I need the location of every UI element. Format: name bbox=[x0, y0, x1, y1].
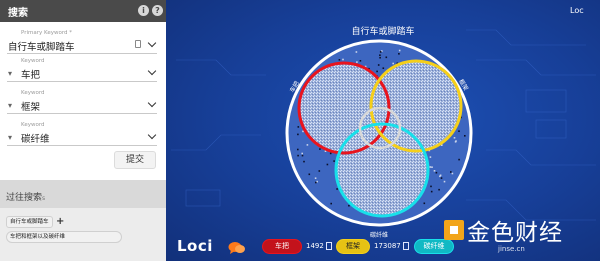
document-dot bbox=[385, 56, 388, 59]
document-dot bbox=[429, 156, 432, 158]
legend-count: 1492 bbox=[306, 242, 324, 250]
brand-logo-icon bbox=[444, 220, 464, 240]
document-icon[interactable] bbox=[403, 242, 409, 250]
document-dot bbox=[379, 51, 382, 53]
field-label: Keyword bbox=[21, 90, 45, 96]
document-dot bbox=[377, 64, 380, 66]
document-dot bbox=[342, 58, 344, 61]
document-dot bbox=[329, 152, 332, 155]
keyword-field[interactable]: Keyword ▾ 框架 bbox=[7, 90, 157, 114]
search-panel: 搜索 i ? Primary Keyword * 自行车或脚踏车 Keyword… bbox=[0, 0, 166, 261]
legend-chip-red[interactable]: 车把 bbox=[262, 239, 302, 254]
document-dot bbox=[379, 54, 381, 56]
document-dot bbox=[348, 204, 350, 207]
document-dot bbox=[453, 137, 456, 139]
document-dot bbox=[301, 152, 303, 155]
document-dot bbox=[423, 202, 426, 205]
document-dot bbox=[379, 56, 381, 59]
document-dot bbox=[297, 133, 299, 136]
document-dot bbox=[303, 160, 305, 163]
chat-bubbles-icon[interactable] bbox=[228, 241, 246, 255]
document-dot bbox=[297, 126, 300, 128]
search-panel-title: 搜索 bbox=[8, 8, 28, 19]
corner-label: Loc bbox=[570, 6, 584, 15]
document-dot bbox=[435, 171, 438, 174]
document-dot bbox=[338, 59, 341, 61]
document-dot bbox=[438, 188, 440, 191]
document-dot bbox=[464, 135, 466, 137]
brand-watermark: 金色财经 jinse.cn bbox=[440, 213, 600, 261]
primary-keyword-field[interactable]: Primary Keyword * 自行车或脚踏车 bbox=[7, 30, 157, 54]
document-dot bbox=[318, 170, 321, 172]
document-dot bbox=[458, 158, 460, 161]
and-operator-icon[interactable]: ▾ bbox=[8, 69, 12, 78]
document-dot bbox=[336, 188, 338, 190]
document-dot bbox=[333, 160, 335, 162]
document-dot bbox=[306, 144, 309, 146]
document-dot bbox=[440, 177, 443, 179]
history-item[interactable]: 车把和框架以及碳纤维 bbox=[6, 231, 122, 243]
document-dot bbox=[297, 148, 299, 151]
document-dot bbox=[429, 166, 432, 168]
document-dot bbox=[301, 154, 304, 157]
document-dot bbox=[443, 180, 446, 183]
document-dot bbox=[430, 190, 433, 193]
document-dot bbox=[314, 177, 317, 179]
loci-logo: Loci bbox=[177, 237, 213, 255]
document-dot bbox=[433, 170, 436, 172]
document-dot bbox=[450, 171, 452, 173]
search-panel-header: 搜索 i ? bbox=[0, 0, 166, 22]
document-dot bbox=[451, 172, 454, 175]
search-history-title: 过往搜索s bbox=[6, 193, 46, 203]
document-dot bbox=[308, 173, 311, 176]
document-dot bbox=[359, 60, 362, 62]
document-dot bbox=[330, 202, 332, 205]
chevron-down-icon[interactable] bbox=[147, 130, 157, 140]
legend-count: 173087 bbox=[374, 242, 401, 250]
brand-name: 金色财经 bbox=[467, 220, 563, 246]
help-icon[interactable]: ? bbox=[152, 5, 163, 16]
field-value[interactable]: 框架 bbox=[21, 99, 40, 113]
search-history-header: 过往搜索s bbox=[0, 180, 166, 208]
brand-url: jinse.cn bbox=[498, 245, 525, 253]
field-value[interactable]: 自行车或脚踏车 bbox=[8, 39, 75, 53]
document-dot bbox=[376, 70, 378, 73]
keyword-field[interactable]: Keyword ▾ 车把 bbox=[7, 58, 157, 82]
document-dot bbox=[392, 62, 394, 65]
document-dot bbox=[430, 185, 432, 188]
document-dot bbox=[356, 61, 358, 63]
keyword-field[interactable]: Keyword ▾ 碳纤维 bbox=[7, 122, 157, 146]
field-value[interactable]: 车把 bbox=[21, 67, 40, 81]
field-label: Keyword bbox=[21, 58, 45, 64]
document-dot bbox=[398, 49, 401, 52]
document-dot bbox=[355, 51, 358, 53]
chevron-down-icon[interactable] bbox=[147, 66, 157, 76]
chevron-down-icon[interactable] bbox=[147, 98, 157, 108]
and-operator-icon[interactable]: ▾ bbox=[8, 101, 12, 110]
field-value[interactable]: 碳纤维 bbox=[21, 131, 50, 145]
document-dot bbox=[398, 53, 400, 55]
document-dot bbox=[431, 166, 433, 168]
document-dot bbox=[326, 163, 329, 166]
document-dot bbox=[319, 148, 321, 150]
submit-button[interactable]: 提交 bbox=[114, 151, 156, 169]
field-label: Primary Keyword * bbox=[21, 30, 72, 36]
document-dot bbox=[297, 154, 299, 157]
info-icon[interactable]: i bbox=[138, 5, 149, 16]
add-icon[interactable]: + bbox=[56, 216, 64, 227]
document-dot bbox=[439, 175, 441, 178]
document-dot bbox=[455, 140, 457, 142]
chevron-down-icon[interactable] bbox=[147, 38, 157, 48]
and-operator-icon[interactable]: ▾ bbox=[8, 133, 12, 142]
document-dot bbox=[315, 181, 317, 184]
legend-chip-yellow[interactable]: 框架 bbox=[336, 239, 370, 254]
visualization-title: 自行车或脚踏车 bbox=[351, 27, 415, 37]
document-icon[interactable] bbox=[326, 242, 332, 250]
field-label: Keyword bbox=[21, 122, 45, 128]
document-dot bbox=[382, 67, 385, 69]
history-item[interactable]: 自行车或脚踏车 bbox=[6, 216, 53, 228]
document-dot bbox=[458, 130, 460, 132]
clipboard-icon[interactable] bbox=[135, 40, 141, 48]
